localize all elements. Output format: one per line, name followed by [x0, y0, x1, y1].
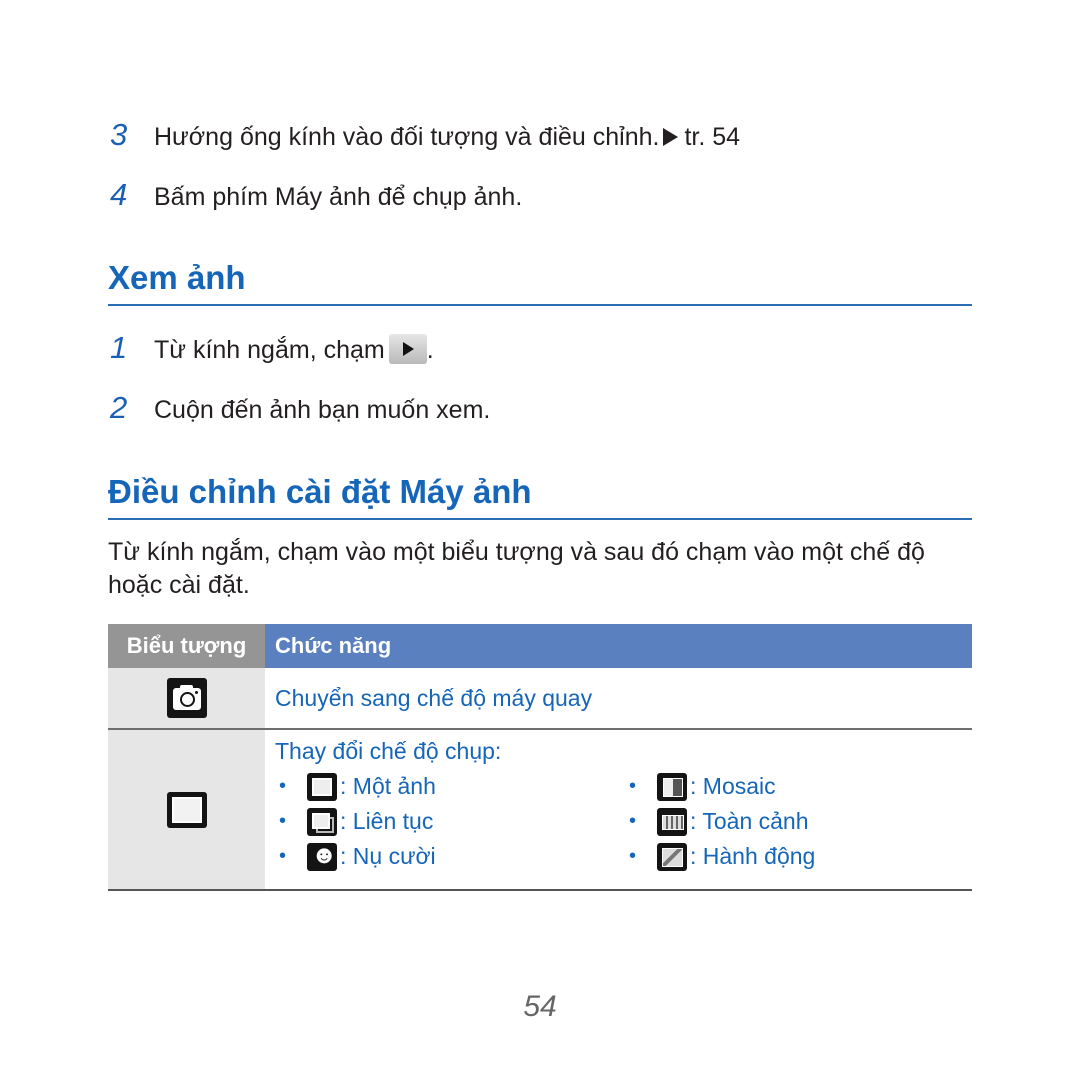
function-text: Thay đổi chế độ chụp: [275, 738, 502, 764]
section-title-camera-settings: Điều chỉnh cài đặt Máy ảnh [108, 472, 972, 520]
shooting-modes-list: •: Một ảnh •: Mosaic •: Liên tục •: Toàn… [275, 771, 971, 872]
step-number: 3 [110, 117, 128, 152]
header-function: Chức năng [265, 624, 972, 668]
mode-label: : Hành động [690, 843, 816, 869]
mode-item: •: Hành động [629, 842, 816, 871]
arrow-right-icon [663, 128, 679, 146]
step-number: 2 [110, 390, 128, 425]
step-3: 3 Hướng ống kính vào đối tượng và điều ch… [110, 117, 740, 152]
mode-label: : Liên tục [340, 808, 434, 834]
table-header-row: Biểu tượng Chức năng [108, 624, 972, 668]
mode-label: : Một ảnh [340, 773, 436, 799]
action-icon [657, 842, 687, 871]
step-text: Hướng ống kính vào đối tượng và điều chỉ… [154, 123, 660, 151]
mode-label: : Toàn cảnh [690, 808, 809, 834]
table-row: Thay đổi chế độ chụp: •: Một ảnh •: Mosa… [108, 729, 972, 891]
view-step-1: 1 Từ kính ngắm, chạm. [110, 330, 434, 365]
mode-item: •: Liên tục [279, 807, 434, 836]
panorama-icon [657, 807, 687, 836]
step-text: Cuộn đến ảnh bạn muốn xem. [154, 396, 491, 424]
step-text: Từ kính ngắm, chạm [154, 336, 385, 364]
continuous-icon [307, 807, 337, 836]
mode-item: •: Mosaic [629, 772, 776, 801]
mode-item: •: Một ảnh [279, 772, 436, 801]
play-icon [388, 334, 427, 364]
mode-label: : Nụ cười [340, 843, 436, 869]
step-text: Bấm phím Máy ảnh để chụp ảnh. [154, 183, 523, 211]
step-4: 4 Bấm phím Máy ảnh để chụp ảnh. [110, 177, 523, 212]
page-reference-link[interactable]: tr. 54 [684, 123, 740, 151]
single-shot-icon [166, 791, 207, 828]
step-suffix: . [426, 336, 434, 364]
function-text: Chuyển sang chế độ máy quay [265, 668, 972, 730]
page-number: 54 [523, 990, 557, 1023]
icon-function-table: Biểu tượng Chức năng Chuyển sang chế độ … [108, 624, 972, 891]
mode-label: : Mosaic [690, 773, 776, 799]
view-step-2: 2 Cuộn đến ảnh bạn muốn xem. [110, 390, 491, 425]
camera-icon [166, 678, 207, 718]
mode-item: •: Toàn cảnh [629, 807, 809, 836]
step-number: 4 [110, 177, 128, 212]
settings-intro: Từ kính ngắm, chạm vào một biểu tượng và… [108, 538, 925, 599]
single-shot-icon [307, 772, 337, 801]
table-row: Chuyển sang chế độ máy quay [108, 668, 972, 730]
smile-icon [307, 841, 337, 871]
mosaic-icon [657, 772, 687, 801]
section-title-view-photos: Xem ảnh [108, 258, 972, 306]
header-icon: Biểu tượng [108, 624, 265, 668]
mode-item: •: Nụ cười [275, 841, 625, 872]
step-number: 1 [110, 330, 128, 365]
